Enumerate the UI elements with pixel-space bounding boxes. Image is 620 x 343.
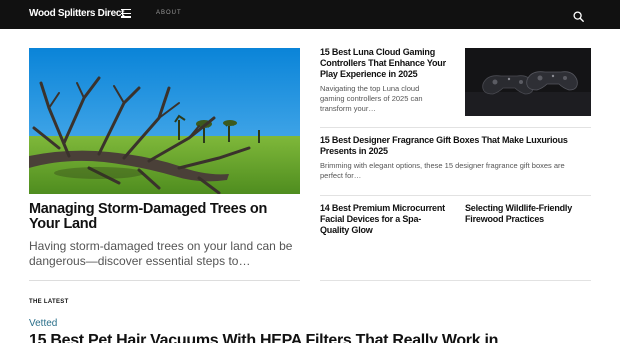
hamburger-menu-icon[interactable] (121, 9, 132, 19)
hero-article-description: Having storm-damaged trees on your land … (29, 239, 293, 268)
side-article-description: Brimming with elegant options, these 15 … (320, 161, 565, 180)
divider (320, 280, 591, 281)
hero-article-title[interactable]: Managing Storm-Damaged Trees on Your Lan… (29, 202, 300, 232)
hero-article-image[interactable] (29, 48, 300, 194)
divider (320, 195, 591, 196)
category-link[interactable]: Vetted (29, 318, 57, 329)
divider (29, 280, 300, 281)
divider (320, 127, 591, 128)
side-article-title[interactable]: Selecting Wildlife-Friendly Firewood Pra… (465, 203, 591, 225)
section-label: THE LATEST (29, 299, 69, 305)
side-article-title[interactable]: 15 Best Designer Fragrance Gift Boxes Th… (320, 135, 595, 157)
latest-article-title[interactable]: 15 Best Pet Hair Vacuums With HEPA Filte… (29, 332, 620, 343)
search-icon[interactable] (573, 9, 584, 22)
side-article-description: Navigating the top Luna cloud gaming con… (320, 84, 423, 113)
site-logo[interactable]: Wood Splitters Direct (29, 8, 125, 19)
site-header: Wood Splitters Direct ABOUT (0, 0, 620, 29)
side-article-title[interactable]: 15 Best Luna Cloud Gaming Controllers Th… (320, 47, 450, 80)
side-article-image[interactable] (465, 48, 591, 116)
nav-about-link[interactable]: ABOUT (156, 10, 182, 16)
side-article-title[interactable]: 14 Best Premium Microcurrent Facial Devi… (320, 203, 450, 236)
